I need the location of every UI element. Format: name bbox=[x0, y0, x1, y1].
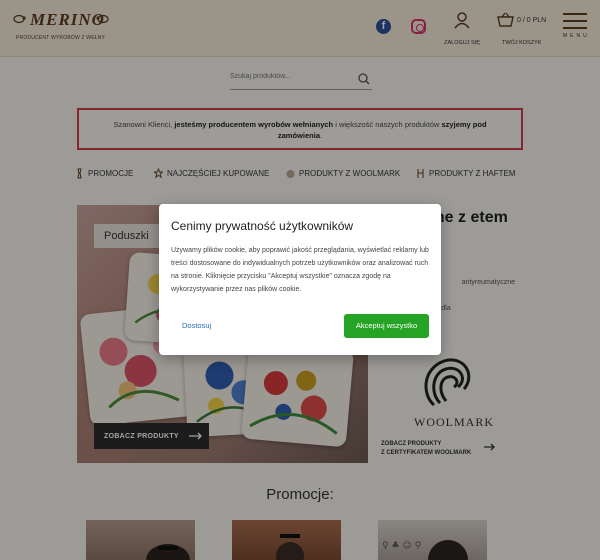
cookie-dialog-title: Cenimy prywatność użytkowników bbox=[171, 219, 354, 233]
page: MERINO PRODUCENT WYROBÓW Z WEŁNY f ZALOG… bbox=[0, 0, 600, 560]
cookie-consent-dialog: Cenimy prywatność użytkowników Używamy p… bbox=[159, 204, 441, 355]
customize-cookies-button[interactable]: Dostosuj bbox=[182, 321, 211, 330]
accept-all-cookies-button[interactable]: Akceptuj wszystko bbox=[344, 314, 429, 338]
cookie-dialog-text: Używamy plików cookie, aby poprawić jako… bbox=[171, 247, 429, 293]
